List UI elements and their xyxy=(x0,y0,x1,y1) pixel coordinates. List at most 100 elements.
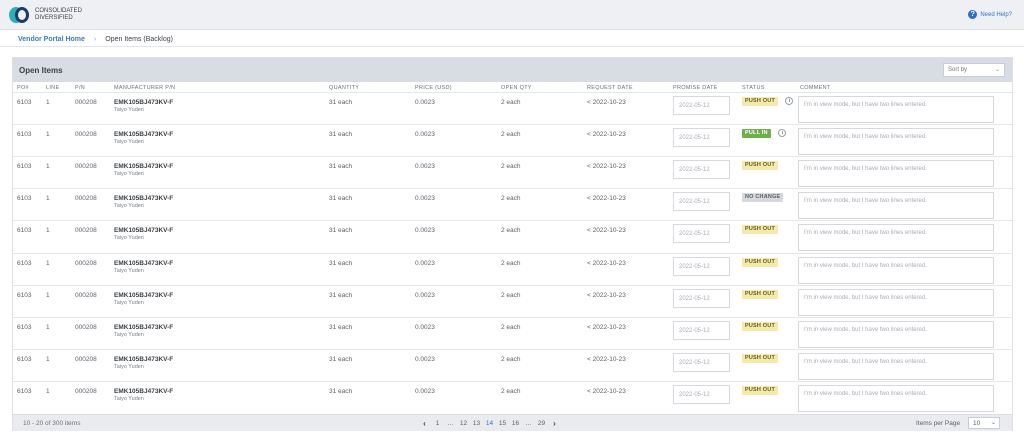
open-qty: 2 each xyxy=(501,259,521,267)
promise-date-input[interactable]: 2022-05-12 xyxy=(673,224,730,244)
sort-by-select[interactable]: Sort by ⌄ xyxy=(943,63,1005,77)
need-help-label: Need Help? xyxy=(980,11,1012,18)
page-link-16[interactable]: 16 xyxy=(511,420,520,427)
column-header-mpn[interactable]: MANUFACTURER P/N xyxy=(114,85,175,91)
manufacturer-part-number[interactable]: EMK105BJ473KV-F xyxy=(114,227,173,234)
promise-date-input[interactable]: 2022-05-12 xyxy=(673,320,730,340)
manufacturer-part-number[interactable]: EMK105BJ473KV-F xyxy=(114,163,173,170)
part-number: 000208 xyxy=(75,323,97,331)
status-badge: PUSH OUT xyxy=(742,161,779,171)
breadcrumb-home-link[interactable]: Vendor Portal Home xyxy=(18,36,85,43)
promise-date-input[interactable]: 2022-05-12 xyxy=(673,96,730,115)
page-link-1[interactable]: 1 xyxy=(433,420,442,427)
promise-date-input[interactable]: 2022-05-12 xyxy=(673,160,730,180)
comment-field[interactable]: I'm in view mode, but I have two lines e… xyxy=(798,384,994,412)
request-date: < 2022-10-23 xyxy=(587,323,626,331)
po-number: 6103 xyxy=(17,227,32,235)
chevron-left-icon[interactable]: ‹ xyxy=(420,419,429,428)
column-header-status[interactable]: STATUS xyxy=(742,85,765,91)
po-number: 6103 xyxy=(17,291,32,299)
status-badge: PULL IN xyxy=(742,129,771,139)
manufacturer-part-number[interactable]: EMK105BJ473KV-F xyxy=(114,195,173,202)
quantity: 31 each xyxy=(329,163,353,171)
chevron-right-icon[interactable]: › xyxy=(550,419,559,428)
page-link-12[interactable]: 12 xyxy=(459,420,468,427)
column-header-promise-date[interactable]: PROMISE DATE xyxy=(673,85,718,91)
manufacturer-part-number[interactable]: EMK105BJ473KV-F xyxy=(114,292,173,299)
column-header-line[interactable]: LINE xyxy=(46,85,59,91)
need-help-link[interactable]: ? Need Help? xyxy=(968,10,1012,19)
page-link-15[interactable]: 15 xyxy=(498,420,507,427)
po-number: 6103 xyxy=(17,323,32,331)
comment-field[interactable]: I'm in view mode, but I have two lines e… xyxy=(798,96,994,123)
line-number: 1 xyxy=(46,355,50,363)
open-qty: 2 each xyxy=(501,323,521,331)
panel-footer: 10 - 20 of 300 items ‹ 1... 12 13 14 15 16... 2… xyxy=(13,414,1012,431)
chevron-down-icon: ⌄ xyxy=(994,67,1000,73)
line-number: 1 xyxy=(46,99,50,106)
manufacturer-part-number[interactable]: EMK105BJ473KV-F xyxy=(114,388,173,395)
comment-field[interactable]: I'm in view mode, but I have two lines e… xyxy=(798,224,994,252)
page-link-29[interactable]: 29 xyxy=(537,420,546,427)
promise-date-input[interactable]: 2022-05-12 xyxy=(673,128,730,148)
price: 0.0023 xyxy=(415,195,435,203)
comment-field[interactable]: I'm in view mode, but I have two lines e… xyxy=(798,288,994,316)
brand-line-1: CONSOLIDATED xyxy=(35,8,82,14)
line-number: 1 xyxy=(46,323,50,331)
promise-date-input[interactable]: 2022-05-12 xyxy=(673,352,730,372)
comment-field[interactable]: I'm in view mode, but I have two lines e… xyxy=(798,320,994,348)
comment-field[interactable]: I'm in view mode, but I have two lines e… xyxy=(798,256,994,284)
table-row: 6103 1 000208 31 each 0.0023 2 each < 2022-10-… xyxy=(13,124,1012,156)
items-per-page-value: 10 xyxy=(973,420,981,427)
promise-date-input[interactable]: 2022-05-12 xyxy=(673,384,730,404)
comment-field[interactable]: I'm in view mode, but I have two lines e… xyxy=(798,128,994,156)
open-qty: 2 each xyxy=(501,355,521,363)
promise-date-input[interactable]: 2022-05-12 xyxy=(673,288,730,308)
page-link-14[interactable]: 14 xyxy=(485,420,494,427)
price: 0.0023 xyxy=(415,131,435,139)
po-number: 6103 xyxy=(17,259,32,267)
promise-date-input[interactable]: 2022-05-12 xyxy=(673,192,730,212)
column-header-price[interactable]: PRICE (USD) xyxy=(415,85,452,91)
price: 0.0023 xyxy=(415,163,435,171)
promise-date-input[interactable]: 2022-05-12 xyxy=(673,256,730,276)
page-link-13[interactable]: 13 xyxy=(472,420,481,427)
column-header-comment[interactable]: COMMENT xyxy=(800,85,831,91)
item-count: 10 - 20 of 300 items xyxy=(23,420,81,427)
po-number: 6103 xyxy=(17,163,32,171)
column-header-quantity[interactable]: QUANTITY xyxy=(329,85,359,91)
manufacturer-part-number[interactable]: EMK105BJ473KV-F xyxy=(114,324,173,331)
quantity: 31 each xyxy=(329,195,353,203)
brand-logo[interactable]: CONSOLIDATED DIVERSIFIED xyxy=(9,7,95,23)
quantity: 31 each xyxy=(329,131,353,139)
column-header-open-qty[interactable]: OPEN QTY xyxy=(501,85,532,91)
manufacturer-name: Taiyo Yuden xyxy=(114,267,144,274)
column-header-po[interactable]: PO# xyxy=(17,85,29,91)
comment-field[interactable]: I'm in view mode, but I have two lines e… xyxy=(798,192,994,220)
header-divider xyxy=(0,46,1024,47)
request-date: < 2022-10-23 xyxy=(587,99,626,106)
table-row: 6103 1 000208 31 each 0.0023 2 each < 2022-10-… xyxy=(13,284,1012,317)
comment-field[interactable]: I'm in view mode, but I have two lines e… xyxy=(798,160,994,188)
line-number: 1 xyxy=(46,387,50,395)
request-date: < 2022-10-23 xyxy=(587,131,626,139)
request-date: < 2022-10-23 xyxy=(587,259,626,267)
items-per-page-select[interactable]: 10 ⌄ xyxy=(968,417,1000,429)
po-number: 6103 xyxy=(17,195,32,203)
manufacturer-name: Taiyo Yuden xyxy=(114,107,144,113)
comment-field[interactable]: I'm in view mode, but I have two lines e… xyxy=(798,352,994,380)
pagination-ellipsis: ... xyxy=(525,420,532,427)
info-icon[interactable] xyxy=(778,129,786,138)
panel-title: Open Items xyxy=(19,66,63,75)
info-icon[interactable] xyxy=(785,97,793,105)
po-number: 6103 xyxy=(17,387,32,395)
chevron-down-icon: ⌄ xyxy=(990,420,996,426)
manufacturer-part-number[interactable]: EMK105BJ473KV-F xyxy=(114,260,173,267)
column-header-request-date[interactable]: REQUEST DATE xyxy=(587,85,633,91)
quantity: 31 each xyxy=(329,227,353,235)
manufacturer-part-number[interactable]: EMK105BJ473KV-F xyxy=(114,99,173,106)
manufacturer-part-number[interactable]: EMK105BJ473KV-F xyxy=(114,356,173,363)
manufacturer-part-number[interactable]: EMK105BJ473KV-F xyxy=(114,131,173,138)
manufacturer-name: Taiyo Yuden xyxy=(114,395,144,402)
column-header-pn[interactable]: P/N xyxy=(75,85,85,91)
